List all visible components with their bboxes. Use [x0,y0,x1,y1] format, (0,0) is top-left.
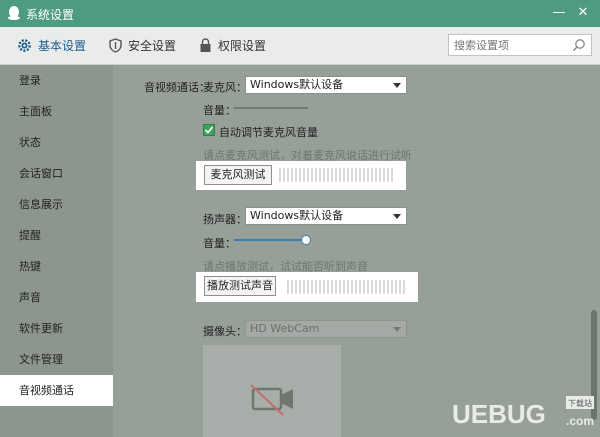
search-icon[interactable] [572,38,586,52]
camera-device-value: HD WebCam [250,322,320,335]
speaker-device-select[interactable]: Windows默认设备 [245,207,407,225]
mic-device-select[interactable]: Windows默认设备 [245,76,407,94]
title-bar: 系统设置 — ✕ [0,0,600,27]
chevron-down-icon [393,83,401,88]
search-box[interactable] [448,34,592,56]
watermark-domain: .com [566,414,594,428]
speaker-volume-label: 音量： [203,237,236,250]
sidebar-item-sound[interactable]: 声音 [0,282,113,313]
camera-device-select[interactable]: HD WebCam [245,320,407,338]
mic-volume-label: 音量： [203,104,236,117]
tab-basic-settings[interactable]: 基本设置 [17,37,86,54]
chevron-down-icon [393,214,401,219]
gear-icon [18,39,31,52]
shield-icon [109,38,122,53]
watermark: UEBUG 下载站 .com [450,396,596,432]
chevron-down-icon [393,327,401,332]
mic-label: 麦克风： [203,81,247,94]
sidebar-item-main-panel[interactable]: 主面板 [0,96,113,127]
tab-label: 基本设置 [38,39,87,53]
tab-bar: 基本设置 安全设置 权限设置 [0,27,600,65]
auto-adjust-label: 自动调节麦克风音量 [219,126,318,139]
speaker-device-value: Windows默认设备 [250,209,344,222]
sidebar-item-status[interactable]: 状态 [0,127,113,158]
section-label: 音视频通话： [144,81,210,94]
speaker-volume-fill [234,239,306,241]
minimize-button[interactable]: — [548,2,570,24]
tab-label: 权限设置 [218,39,267,53]
search-input[interactable] [449,35,564,55]
camera-label: 摄像头： [203,325,247,338]
play-test-sound-button[interactable]: 播放测试声音 [204,276,276,296]
sidebar-item-chat-window[interactable]: 会话窗口 [0,158,113,189]
sidebar-item-file-management[interactable]: 文件管理 [0,344,113,375]
camera-preview [203,345,341,437]
tab-security-settings[interactable]: 安全设置 [109,37,176,54]
watermark-badge: 下载站 [568,398,592,408]
mic-test-button[interactable]: 麦克风测试 [204,165,272,185]
sidebar-item-av-call[interactable]: 音视频通话 [0,375,113,406]
tab-permission-settings[interactable]: 权限设置 [199,37,266,54]
camera-off-icon [250,384,293,416]
watermark-logo: UEBUG 下载站 .com [452,396,594,429]
tab-label: 安全设置 [128,39,177,53]
mic-device-value: Windows默认设备 [250,78,344,91]
sidebar: 登录 主面板 状态 会话窗口 信息展示 提醒 热键 声音 软件更新 文件管理 音… [0,65,113,437]
sidebar-item-software-update[interactable]: 软件更新 [0,313,113,344]
auto-adjust-checkbox[interactable] [203,124,215,136]
sidebar-item-login[interactable]: 登录 [0,65,113,96]
speaker-label: 扬声器： [203,213,247,226]
speaker-volume-knob[interactable] [301,235,311,245]
lock-icon [200,38,211,52]
watermark-text: UEBUG [452,399,546,429]
mic-level-meter [279,168,397,182]
sidebar-item-reminder[interactable]: 提醒 [0,220,113,251]
sidebar-item-info-display[interactable]: 信息展示 [0,189,113,220]
close-button[interactable]: ✕ [572,2,594,24]
window-title: 系统设置 [26,8,75,22]
speaker-level-meter [287,280,409,294]
sidebar-item-hotkeys[interactable]: 热键 [0,251,113,282]
settings-content [113,65,600,437]
app-logo-icon [8,6,20,20]
checkmark-icon [204,126,214,134]
mic-volume-slider[interactable] [234,107,308,109]
